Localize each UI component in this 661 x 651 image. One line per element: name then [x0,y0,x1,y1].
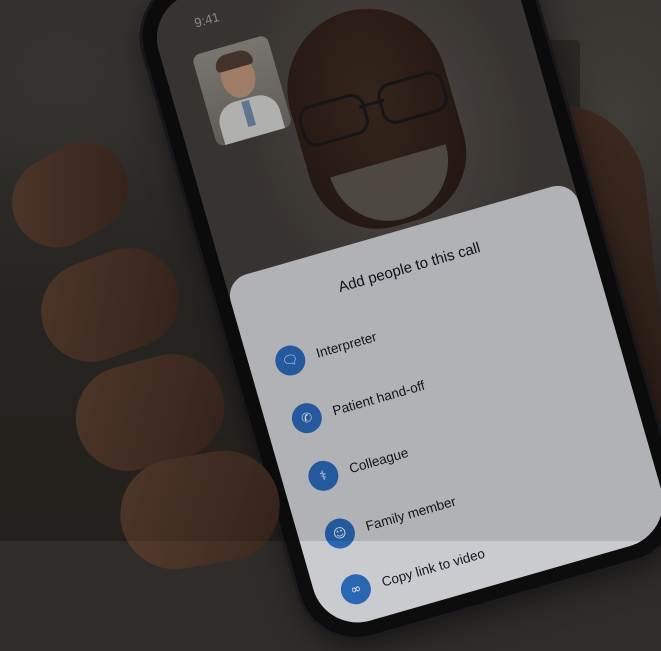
person-icon: ☺ [321,514,359,553]
option-family-member[interactable]: ☺ Family member [321,486,459,553]
option-label: Family member [363,493,458,534]
phone-transfer-icon: ✆ [288,399,326,437]
link-icon: ∞ [337,570,375,608]
stethoscope-icon: ⚕ [304,457,342,495]
option-colleague[interactable]: ⚕ Colleague [304,437,412,495]
option-label: Interpreter [314,328,379,361]
interpreter-icon: 🗨 [271,341,309,380]
option-label: Copy link to video [379,545,487,590]
option-label: Colleague [347,444,410,476]
option-interpreter[interactable]: 🗨 Interpreter [271,321,381,380]
option-label: Patient hand-off [330,377,427,418]
option-patient-hand-off[interactable]: ✆ Patient hand-off [288,370,428,437]
